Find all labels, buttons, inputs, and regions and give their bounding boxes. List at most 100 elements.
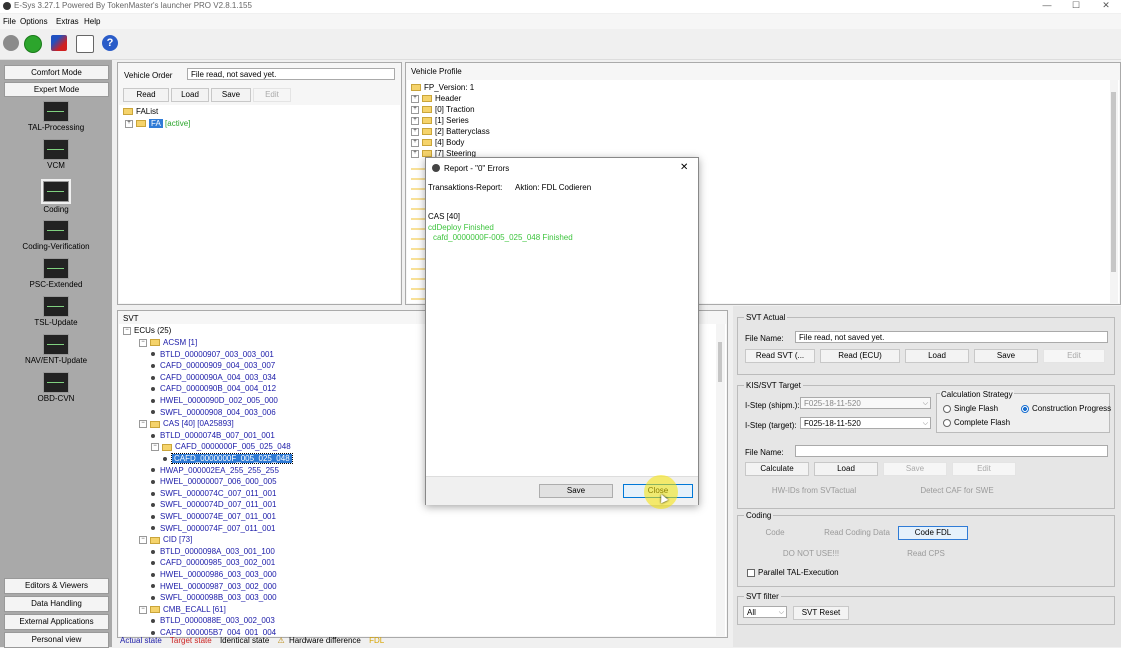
svt-folder-node[interactable]: − CAS [40] [0A25893] [139, 419, 234, 429]
menu-help[interactable]: Help [84, 17, 100, 26]
collapse-icon[interactable]: − [139, 605, 147, 614]
profile-node-header[interactable]: + Header [411, 94, 461, 104]
svt-folder-node[interactable]: − CAFD_0000000F_005_025_048 [151, 442, 291, 452]
read-cps-button[interactable]: Read CPS [898, 547, 954, 561]
comfort-mode-button[interactable]: Comfort Mode [4, 65, 109, 80]
do-not-use-button[interactable]: DO NOT USE!!! [775, 547, 847, 561]
expand-icon[interactable]: + [411, 116, 419, 125]
collapse-icon[interactable]: − [123, 326, 131, 335]
vehicle-order-read-button[interactable]: Read [123, 88, 169, 102]
svt-leaf-node[interactable]: HWEL_00000987_003_002_000 [151, 582, 277, 592]
svt-reset-button[interactable]: SVT Reset [793, 606, 849, 620]
image-icon[interactable] [76, 35, 94, 53]
profile-scroll-thumb[interactable] [1111, 92, 1116, 272]
svt-leaf-node[interactable]: BTLD_00000907_003_003_001 [151, 350, 274, 360]
svt-scrollbar[interactable] [716, 324, 725, 636]
help-icon[interactable]: ? [102, 35, 118, 51]
svt-folder-node[interactable]: − ACSM [1] [139, 338, 197, 348]
fa-node[interactable]: + FA [active] [125, 119, 190, 129]
svt-leaf-node[interactable]: SWFL_0000074C_007_011_001 [151, 489, 276, 499]
vehicle-order-save-button[interactable]: Save [211, 88, 251, 102]
coding-verification-icon[interactable] [43, 220, 69, 241]
svt-folder-node[interactable]: − CMB_ECALL [61] [139, 605, 226, 615]
tsl-update-icon[interactable] [43, 296, 69, 317]
svt-leaf-node[interactable]: BTLD_0000098A_003_001_100 [151, 547, 275, 557]
svt-leaf-node[interactable]: CAFD_0000000F_005_025_048 [163, 453, 293, 464]
svt-folder-node[interactable]: − CID [73] [139, 535, 192, 545]
svt-leaf-node[interactable]: CAFD_00000909_004_003_007 [151, 361, 275, 371]
profile-node-series[interactable]: + [1] Series [411, 116, 469, 126]
nav-item-obd-cvn[interactable]: OBD-CVN [0, 394, 112, 403]
svt-leaf-node[interactable]: CAFD_0000090A_004_003_034 [151, 373, 276, 383]
svt-filter-select[interactable]: All ⌵ [743, 606, 787, 618]
code-button[interactable]: Code [745, 526, 805, 540]
close-icon[interactable]: ✕ [1092, 0, 1120, 13]
psc-extended-icon[interactable] [43, 258, 69, 279]
svt-leaf-node[interactable]: HWEL_0000090D_002_005_000 [151, 396, 278, 406]
collapse-icon[interactable]: − [139, 420, 147, 429]
nav-ent-update-icon[interactable] [43, 334, 69, 355]
read-svt-button[interactable]: Read SVT (... [745, 349, 815, 363]
collapse-icon[interactable]: − [151, 443, 159, 452]
svt-leaf-node[interactable]: CAFD_000005B7_004_001_004 [151, 628, 276, 636]
dialog-save-button[interactable]: Save [539, 484, 613, 498]
istep-shipm-select[interactable]: F025-18-11-520 ⌵ [800, 397, 931, 409]
minimize-icon[interactable]: — [1033, 0, 1061, 13]
expand-icon[interactable]: + [125, 119, 133, 128]
menu-file[interactable]: File [3, 17, 16, 26]
disconnect-icon[interactable] [3, 35, 19, 51]
nav-item-coding[interactable]: Coding [0, 205, 112, 214]
ecus-root-node[interactable]: − ECUs (25) [123, 326, 171, 336]
detect-caf-button[interactable]: Detect CAF for SWE [888, 484, 1026, 498]
vehicle-order-edit-button[interactable]: Edit [253, 88, 291, 102]
expand-icon[interactable]: + [411, 94, 419, 103]
svt-leaf-node[interactable]: BTLD_0000074B_007_001_001 [151, 431, 275, 441]
collapse-icon[interactable]: − [139, 536, 147, 545]
profile-node-batteryclass[interactable]: + [2] Batteryclass [411, 127, 490, 137]
expand-icon[interactable]: + [411, 138, 419, 147]
single-flash-radio[interactable]: Single Flash [943, 404, 998, 413]
svt-leaf-node[interactable]: SWFL_0000074F_007_011_001 [151, 524, 276, 534]
tal-processing-icon[interactable] [43, 101, 69, 122]
svt-leaf-node[interactable]: SWFL_0000074D_007_011_001 [151, 500, 276, 510]
parallel-tal-checkbox[interactable]: Parallel TAL-Execution [747, 568, 839, 577]
fp-version-node[interactable]: FP_Version: 1 [411, 83, 474, 93]
svt-leaf-node[interactable]: CAFD_00000985_003_002_001 [151, 558, 275, 568]
istep-target-select[interactable]: F025-18-11-520 ⌵ [800, 417, 931, 429]
connect-arrow-icon[interactable] [24, 35, 42, 53]
external-applications-button[interactable]: External Applications [4, 614, 109, 630]
svt-scroll-thumb[interactable] [718, 342, 722, 382]
construction-progress-radio[interactable]: Construction Progress [1021, 404, 1111, 413]
complete-flash-radio[interactable]: Complete Flash [943, 418, 1010, 427]
dialog-close-icon[interactable]: ✕ [680, 162, 688, 173]
code-fdl-button[interactable]: Code FDL [898, 526, 968, 540]
expand-icon[interactable]: + [411, 127, 419, 136]
svt-leaf-node[interactable]: SWFL_00000908_004_003_006 [151, 408, 276, 418]
nav-item-psc-extended[interactable]: PSC-Extended [0, 280, 112, 289]
vehicle-order-load-button[interactable]: Load [171, 88, 209, 102]
coding-icon[interactable] [41, 179, 71, 204]
svt-leaf-node[interactable]: CAFD_0000090B_004_004_012 [151, 384, 276, 394]
svt-actual-load-button[interactable]: Load [905, 349, 969, 363]
svt-leaf-node[interactable]: SWFL_0000098B_003_003_000 [151, 593, 277, 603]
svt-actual-file-field[interactable]: File read, not saved yet. [795, 331, 1108, 343]
obd-cvn-icon[interactable] [43, 372, 69, 393]
editors-viewers-button[interactable]: Editors & Viewers [4, 578, 109, 594]
svt-leaf-node[interactable]: SWFL_0000074E_007_011_001 [151, 512, 276, 522]
hw-ids-from-svt-button[interactable]: HW-IDs from SVTactual [745, 484, 883, 498]
read-ecu-button[interactable]: Read (ECU) [820, 349, 900, 363]
nav-item-tsl-update[interactable]: TSL-Update [0, 318, 112, 327]
nav-item-vcm[interactable]: VCM [0, 161, 112, 170]
profile-scrollbar[interactable] [1110, 80, 1118, 303]
falist-node[interactable]: FAList [123, 107, 158, 117]
svt-leaf-node[interactable]: HWAP_000002EA_255_255_255 [151, 466, 279, 476]
svt-actual-save-button[interactable]: Save [974, 349, 1038, 363]
read-coding-data-button[interactable]: Read Coding Data [816, 526, 898, 540]
nav-item-coding-verification[interactable]: Coding-Verification [0, 242, 112, 251]
svt-leaf-node[interactable]: HWEL_00000986_003_003_000 [151, 570, 277, 580]
kis-file-field[interactable] [795, 445, 1108, 457]
data-handling-button[interactable]: Data Handling [4, 596, 109, 612]
svt-actual-edit-button[interactable]: Edit [1043, 349, 1105, 363]
maximize-icon[interactable]: ☐ [1062, 0, 1090, 13]
profile-node-body[interactable]: + [4] Body [411, 138, 464, 148]
